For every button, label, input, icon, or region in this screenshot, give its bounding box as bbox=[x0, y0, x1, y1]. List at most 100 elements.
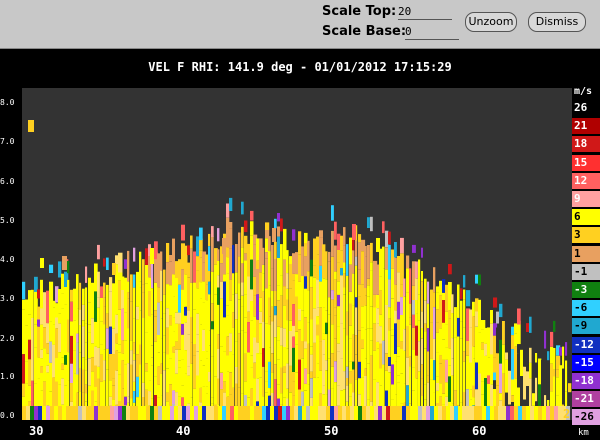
radar-gate bbox=[160, 395, 163, 406]
radar-gate bbox=[415, 300, 418, 314]
radar-gate bbox=[301, 391, 304, 408]
radar-gate bbox=[494, 406, 498, 420]
radar-gate bbox=[115, 314, 119, 334]
radar-gate bbox=[26, 406, 30, 420]
radar-gate bbox=[322, 244, 326, 279]
rhi-plot-area[interactable]: 2 bbox=[22, 88, 572, 420]
radar-gate bbox=[232, 387, 235, 407]
radar-gate bbox=[403, 350, 406, 384]
radar-gate bbox=[226, 247, 230, 258]
radar-gate bbox=[460, 366, 463, 375]
scale-base-field[interactable] bbox=[405, 24, 459, 40]
radar-gate bbox=[307, 240, 310, 272]
radar-gate bbox=[79, 325, 82, 353]
radar-gate bbox=[343, 328, 346, 345]
unzoom-button[interactable]: Unzoom bbox=[465, 12, 517, 32]
radar-gate bbox=[307, 373, 310, 385]
radar-gate bbox=[436, 383, 440, 391]
radar-gate bbox=[478, 406, 482, 420]
radar-gate bbox=[139, 287, 142, 311]
radar-gate bbox=[298, 269, 302, 282]
radar-gate bbox=[85, 287, 88, 324]
radar-gate bbox=[442, 393, 446, 405]
radar-gate bbox=[397, 375, 401, 383]
radar-gate bbox=[316, 335, 320, 364]
radar-gate bbox=[358, 361, 362, 379]
radar-gate bbox=[150, 248, 154, 264]
radar-gate bbox=[271, 245, 274, 269]
radar-gate bbox=[322, 406, 326, 420]
radar-gate bbox=[460, 288, 463, 300]
radar-gate bbox=[109, 380, 113, 397]
radar-gate bbox=[505, 316, 509, 353]
radar-gate bbox=[268, 361, 271, 389]
radar-gate bbox=[370, 406, 374, 420]
radar-gate bbox=[427, 351, 430, 376]
radar-gate bbox=[388, 279, 391, 307]
legend-label: -1 bbox=[574, 264, 588, 278]
radar-gate bbox=[280, 275, 283, 296]
radar-gate bbox=[553, 369, 556, 377]
radar-gate bbox=[178, 312, 182, 324]
radar-gate bbox=[199, 238, 203, 251]
radar-gate bbox=[510, 406, 514, 420]
radar-gate bbox=[394, 310, 397, 324]
radar-gate bbox=[406, 406, 410, 420]
radar-gate bbox=[403, 296, 406, 330]
radar-gate bbox=[238, 283, 241, 300]
radar-gate bbox=[28, 359, 32, 386]
radar-gate bbox=[222, 406, 226, 420]
radar-gate bbox=[410, 406, 414, 420]
radar-gate bbox=[184, 350, 188, 374]
radar-gate bbox=[292, 372, 296, 382]
radar-gate bbox=[355, 256, 358, 266]
radar-gate bbox=[262, 348, 265, 367]
radar-gate bbox=[397, 346, 401, 357]
radar-gate bbox=[178, 284, 182, 313]
radar-gate bbox=[160, 301, 163, 319]
radar-gate bbox=[190, 317, 193, 343]
scale-base-input[interactable] bbox=[405, 25, 459, 38]
radar-gate bbox=[40, 324, 43, 350]
radar-gate bbox=[274, 291, 277, 307]
radar-gate bbox=[282, 406, 286, 420]
radar-gate bbox=[346, 406, 350, 420]
legend-label: -9 bbox=[574, 319, 588, 333]
radar-gate bbox=[325, 310, 328, 323]
radar-gate bbox=[526, 371, 530, 386]
radar-gate bbox=[241, 366, 244, 394]
dismiss-button[interactable]: Dismiss bbox=[528, 12, 586, 32]
radar-gate bbox=[250, 301, 254, 321]
radar-gate bbox=[352, 273, 355, 306]
scale-top-input[interactable] bbox=[398, 5, 452, 18]
radar-gate bbox=[139, 310, 142, 345]
radar-gate bbox=[271, 321, 274, 354]
radar-gate bbox=[102, 406, 106, 420]
radar-gate bbox=[106, 369, 109, 396]
radar-gate bbox=[232, 354, 235, 388]
radar-gate bbox=[241, 247, 244, 264]
radar-gate bbox=[436, 332, 440, 353]
radar-gate bbox=[421, 271, 423, 282]
legend-swatch: 21 bbox=[572, 118, 600, 135]
radar-gate bbox=[148, 334, 151, 370]
toolbar: Scale Top: Scale Base: Unzoom Dismiss bbox=[0, 0, 600, 49]
radar-gate bbox=[61, 332, 65, 358]
radar-gate bbox=[367, 217, 370, 228]
radar-gate bbox=[394, 406, 398, 420]
radar-gate bbox=[295, 372, 299, 407]
scale-top-field[interactable] bbox=[398, 4, 452, 20]
radar-gate bbox=[505, 352, 509, 360]
radar-gate bbox=[334, 315, 337, 339]
radar-gate bbox=[194, 406, 198, 420]
radar-gate bbox=[22, 281, 26, 300]
radar-gate bbox=[340, 250, 344, 268]
scale-top-label: Scale Top: bbox=[322, 4, 397, 19]
radar-gate bbox=[326, 406, 330, 420]
radar-gate bbox=[274, 241, 277, 259]
radar-gate bbox=[229, 248, 233, 280]
radar-gate bbox=[278, 406, 282, 420]
radar-gate bbox=[406, 325, 410, 358]
radar-gate bbox=[226, 257, 230, 274]
radar-gate bbox=[499, 363, 503, 394]
